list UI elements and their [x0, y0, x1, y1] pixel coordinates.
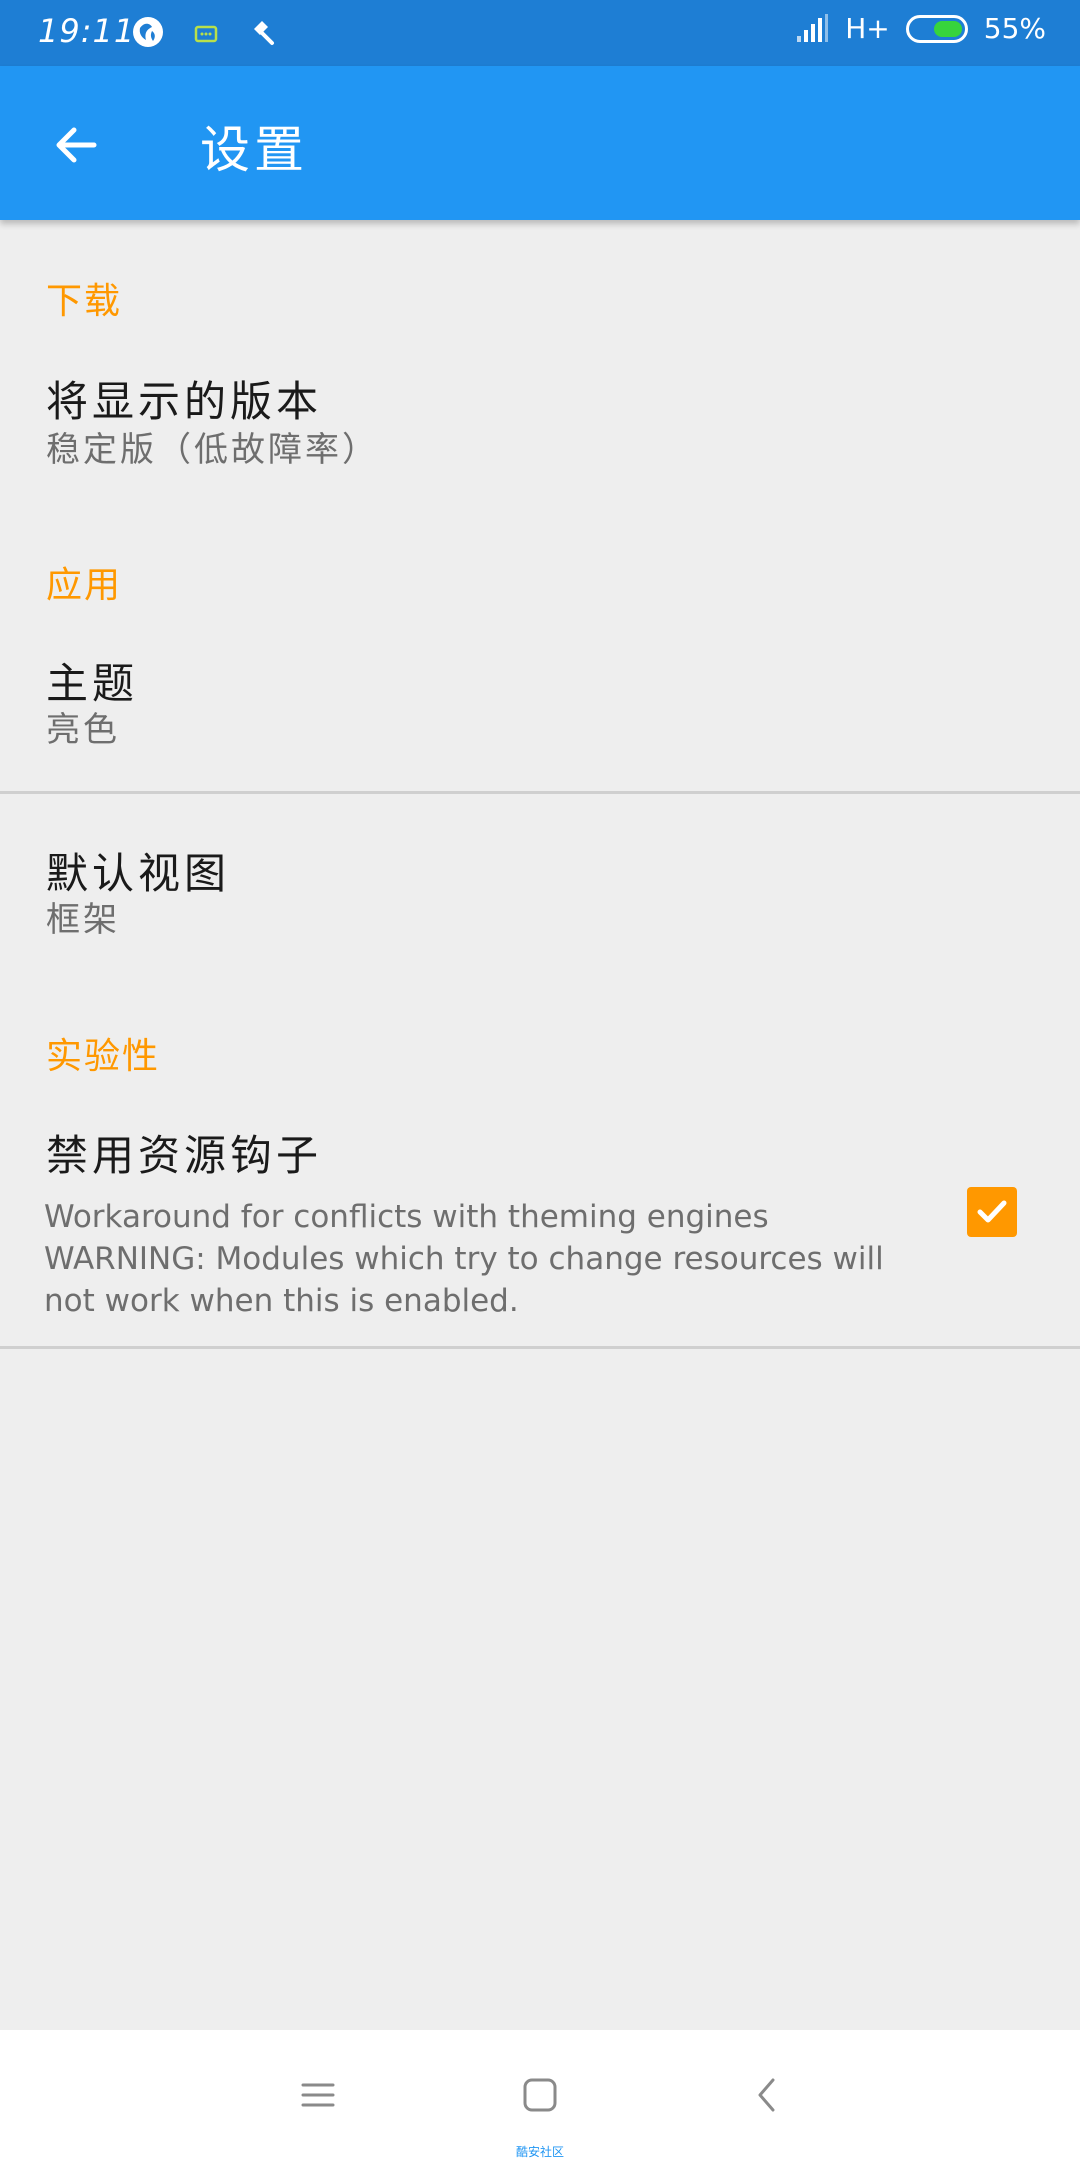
menu-icon	[301, 2083, 335, 2107]
browser-icon	[133, 17, 163, 47]
back-button[interactable]	[40, 109, 112, 181]
notification-icons	[130, 14, 278, 50]
message-icon	[194, 25, 218, 43]
disable-hooks-checkbox[interactable]	[967, 1187, 1017, 1237]
home-icon	[523, 2078, 557, 2112]
navigation-bar: 酷安社区	[0, 2030, 1080, 2160]
watermark: 酷安社区	[515, 2145, 564, 2159]
pref-default-view[interactable]: 默认视图 框架	[0, 840, 1080, 965]
status-bar: 19:11 H+ 55%	[0, 0, 1080, 66]
network-type: H+	[845, 12, 890, 45]
status-time: 19:11	[38, 12, 136, 50]
section-title-experimental: 实验性	[46, 1036, 161, 1077]
pref-version-title: 将显示的版本	[46, 377, 323, 426]
pref-default-view-summary: 框架	[46, 900, 120, 940]
arrow-left-icon	[56, 127, 97, 163]
page-title: 设置	[200, 121, 308, 179]
status-right: H+ 55%	[795, 12, 1046, 45]
section-title-app: 应用	[46, 565, 123, 606]
menu-button[interactable]	[283, 2060, 353, 2130]
pref-version-summary: 稳定版（低故障率）	[46, 430, 379, 470]
pref-disable-hooks-summary: Workaround for conflicts with theming en…	[44, 1199, 884, 1319]
signal-icon	[797, 13, 829, 42]
settings-screen: 19:11 H+ 55% 设置 下载 将显示的版本 稳定版（低故障率） 应用 主…	[0, 0, 1080, 2160]
pref-disable-hooks-title: 禁用资源钩子	[46, 1131, 323, 1180]
pref-theme[interactable]: 主题 亮色	[0, 650, 1080, 775]
battery-icon	[905, 14, 968, 43]
app-bar: 设置	[0, 66, 1080, 220]
system-back-button[interactable]	[732, 2060, 802, 2130]
battery-percent: 55%	[983, 12, 1046, 45]
pref-disable-hooks[interactable]: 禁用资源钩子 Workaround for conflicts with the…	[0, 1122, 1080, 1319]
pref-version[interactable]: 将显示的版本 稳定版（低故障率）	[0, 368, 1080, 488]
hammer-icon	[254, 21, 274, 45]
section-title-download: 下载	[46, 281, 123, 322]
divider	[0, 791, 1080, 794]
pref-theme-summary: 亮色	[46, 710, 120, 750]
home-button[interactable]	[505, 2060, 575, 2130]
divider	[0, 1346, 1080, 1349]
battery-fill	[933, 20, 962, 37]
checkmark-icon	[977, 1200, 1007, 1223]
back-icon	[758, 2078, 775, 2112]
